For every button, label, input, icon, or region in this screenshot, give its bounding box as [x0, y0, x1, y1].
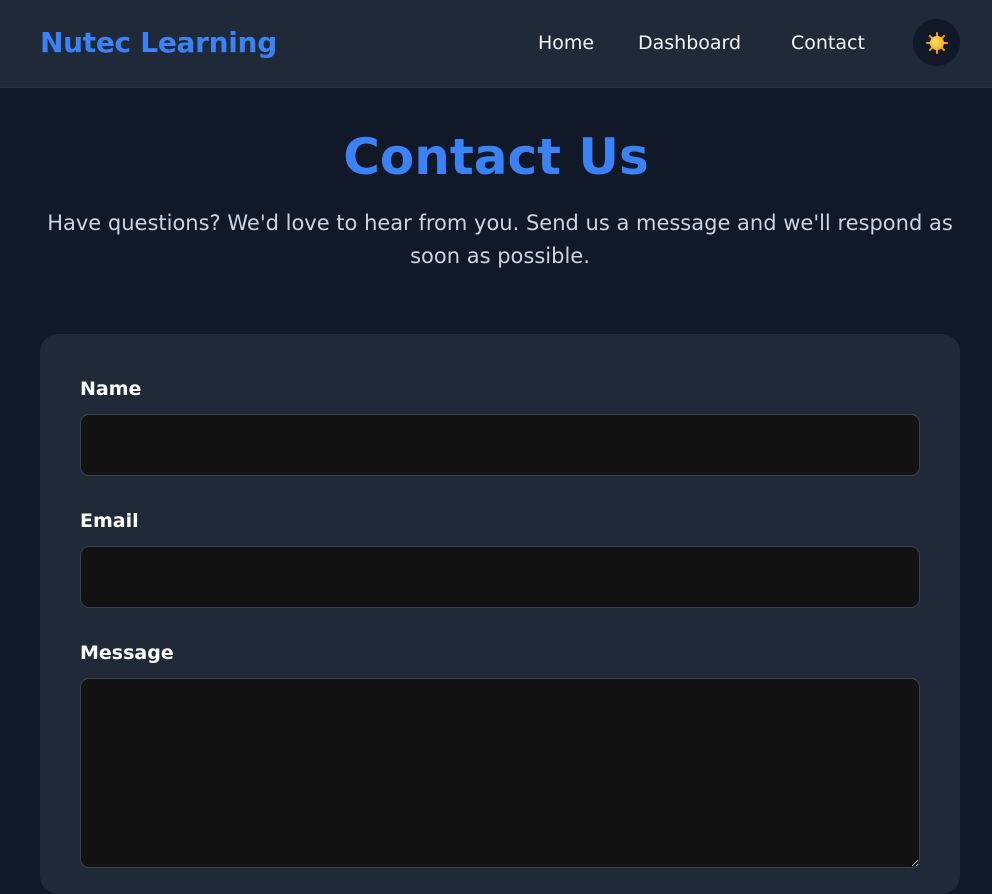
sun-icon: [925, 31, 948, 54]
top-navbar: Nutec Learning Home Dashboard Contact: [0, 0, 992, 88]
brand-logo-text[interactable]: Nutec Learning: [40, 26, 277, 60]
name-input[interactable]: [80, 414, 920, 476]
page-subtitle: Have questions? We'd love to hear from y…: [47, 211, 953, 268]
nav-link-contact[interactable]: Contact: [791, 30, 865, 56]
message-textarea[interactable]: [80, 678, 920, 868]
nav-link-dashboard[interactable]: Dashboard: [638, 30, 741, 56]
email-label: Email: [80, 510, 139, 532]
theme-toggle-button[interactable]: [913, 19, 960, 66]
message-label: Message: [80, 642, 174, 664]
name-label: Name: [80, 378, 142, 400]
nav-link-home[interactable]: Home: [538, 30, 594, 56]
contact-form: Name Email Message: [40, 334, 960, 894]
page-title: Contact Us: [343, 128, 649, 186]
email-input[interactable]: [80, 546, 920, 608]
